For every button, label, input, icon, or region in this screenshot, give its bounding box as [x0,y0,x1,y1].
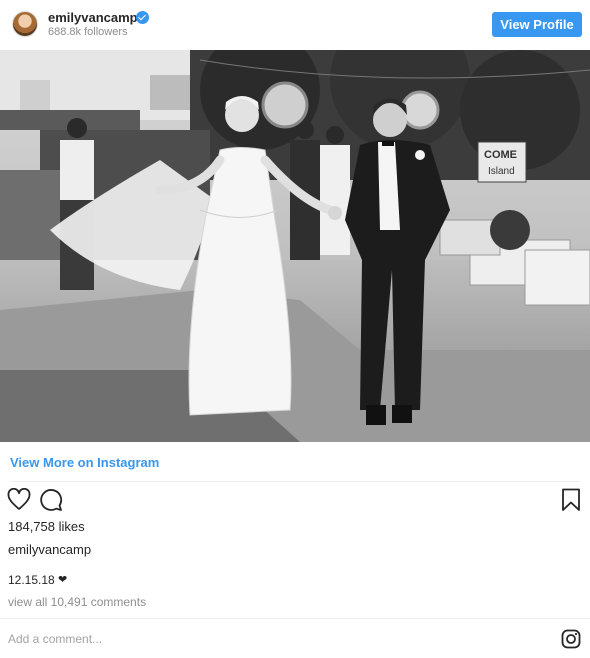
avatar[interactable] [12,11,38,37]
followers-count: 688.8k followers [48,26,128,38]
sign-text-2: Island [488,166,515,177]
add-comment-input[interactable]: Add a comment... [8,632,102,646]
post-photo[interactable]: COME Island [0,50,590,442]
caption-text: 12.15.18 [8,573,55,587]
view-profile-button[interactable]: View Profile [492,12,582,37]
caption-heart: ❤ [58,574,68,586]
heart-icon[interactable] [7,488,31,512]
bookmark-icon[interactable] [561,488,581,512]
likes-count[interactable]: 184,758 likes [8,519,85,534]
sign-text-1: COME [484,149,517,161]
caption-username[interactable]: emilyvancamp [8,542,91,557]
instagram-logo-icon[interactable] [561,629,581,649]
view-more-link[interactable]: View More on Instagram [10,455,159,470]
post-header: emilyvancamp 688.8k followers View Profi… [0,0,590,50]
comment-icon[interactable] [39,488,63,512]
view-all-comments-link[interactable]: view all 10,491 comments [8,595,146,609]
username-link[interactable]: emilyvancamp [48,10,138,25]
divider [10,481,580,482]
divider [0,618,590,619]
verified-badge-icon [136,11,149,24]
